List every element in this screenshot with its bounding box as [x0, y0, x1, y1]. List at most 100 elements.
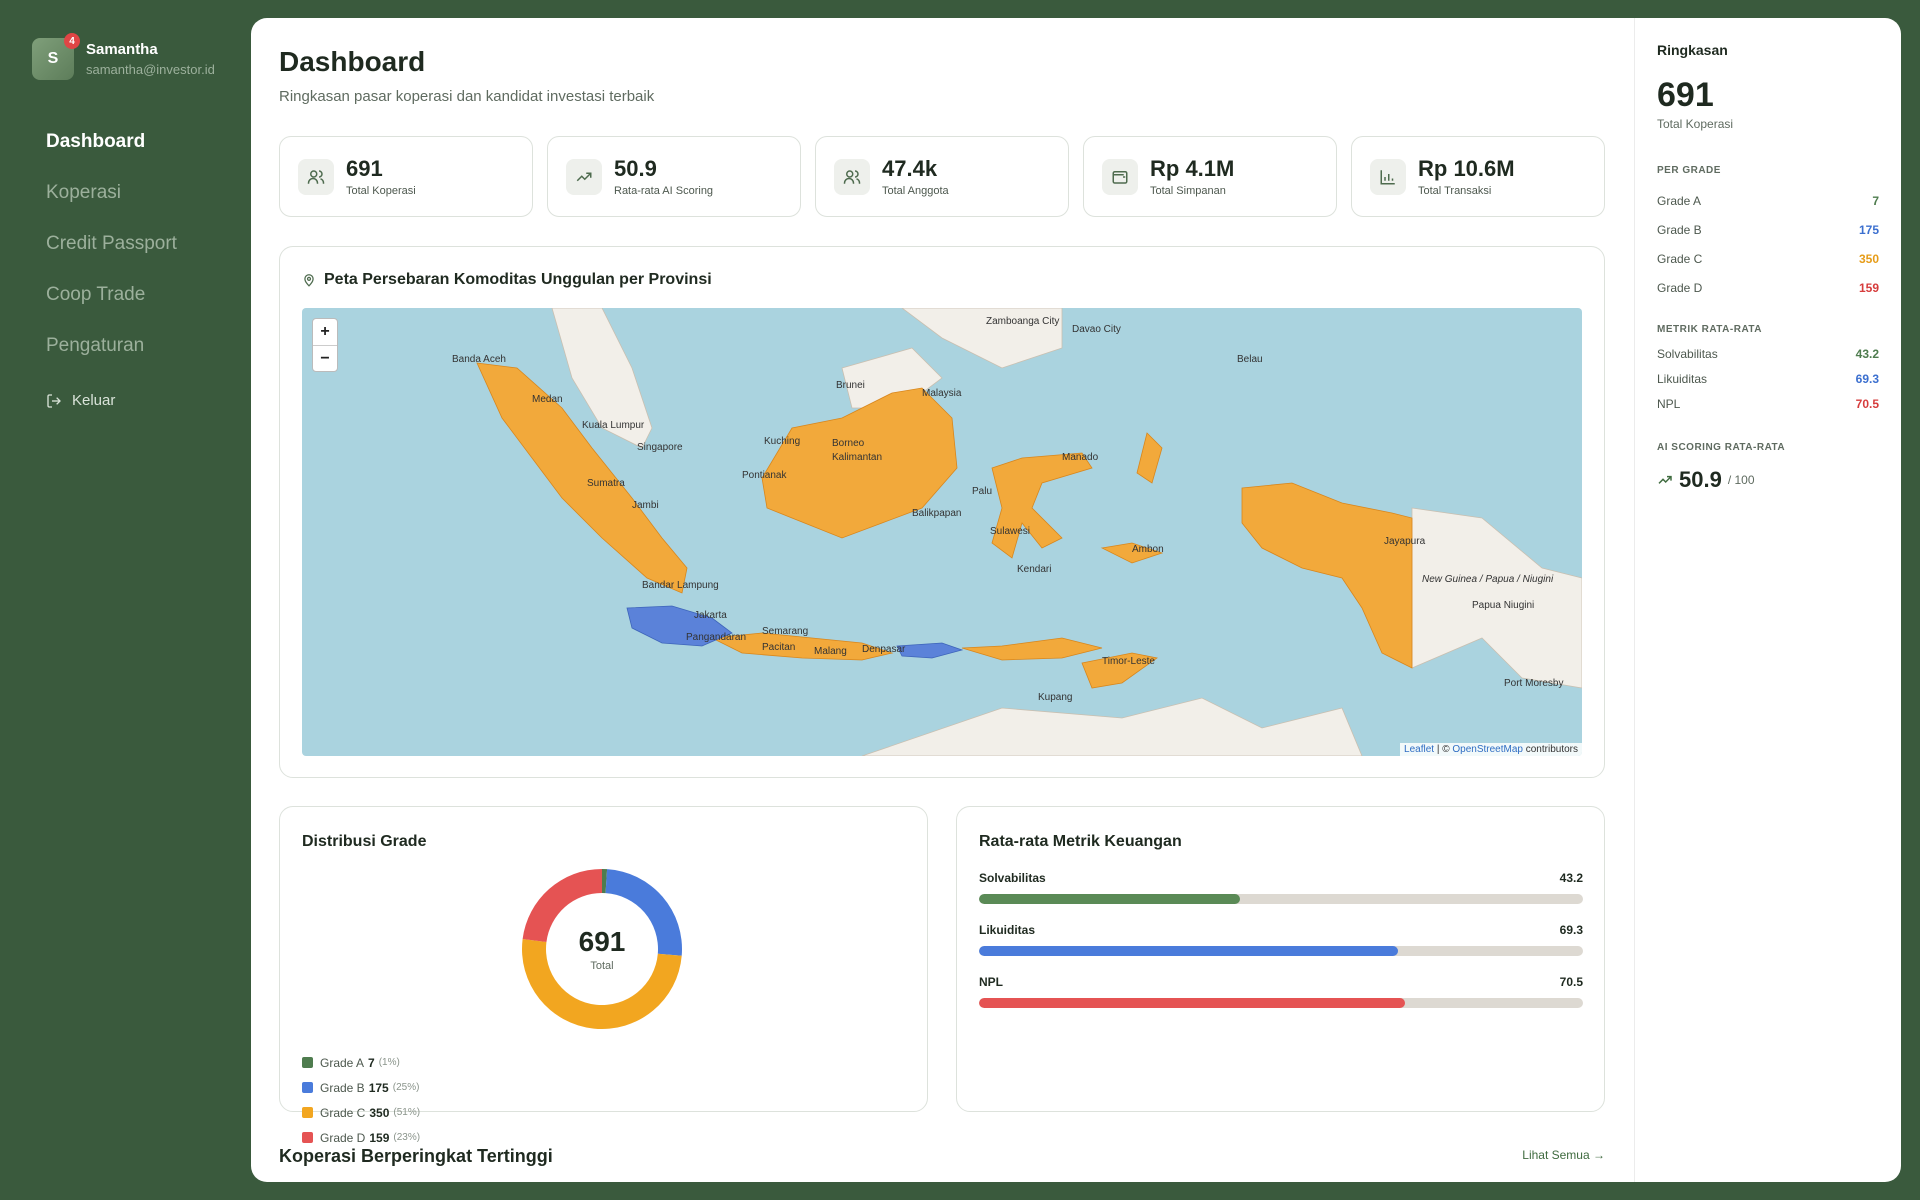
logout-button[interactable]: Keluar: [46, 392, 115, 409]
zoom-in-button[interactable]: +: [313, 319, 337, 345]
map-label: Sulawesi: [990, 526, 1031, 537]
sidebar-nav: Dashboard Koperasi Credit Passport Coop …: [46, 130, 177, 385]
logout-label: Keluar: [72, 392, 116, 409]
map-label: Jambi: [632, 500, 659, 511]
map-label: Port Moresby: [1504, 678, 1564, 689]
attribution-suffix: contributors: [1522, 744, 1578, 755]
summary-grade-row: Grade D 159: [1657, 273, 1879, 302]
map-canvas: [476, 308, 1582, 756]
trending-up-icon: [1658, 475, 1672, 484]
metric-name: NPL: [1657, 396, 1681, 411]
metric-card-title: Rata-rata Metrik Keuangan: [979, 833, 1182, 850]
summary-total-label: Total Koperasi: [1657, 117, 1734, 131]
province-map[interactable]: + − Banda Aceh Medan Kuala Lumpur Singap…: [302, 308, 1582, 756]
metric-list: Solvabilitas 43.2 Likuiditas 69.3 NPL 70.5: [1657, 341, 1879, 416]
user-profile[interactable]: S 4 Samantha samantha@investor.id: [32, 33, 215, 80]
map-label: Bandar Lampung: [642, 580, 719, 591]
legend-name: Grade D: [320, 1130, 366, 1145]
sidebar-item-pengaturan[interactable]: Pengaturan: [46, 334, 177, 385]
map-label: Banda Aceh: [452, 354, 506, 365]
sidebar-item-koperasi[interactable]: Koperasi: [46, 181, 177, 232]
map-label: Belau: [1237, 354, 1263, 365]
metric-value: 69.3: [1855, 371, 1879, 386]
metric-value: 70.5: [1855, 396, 1879, 411]
avatar[interactable]: S 4: [32, 33, 80, 80]
grade-name: Grade B: [1657, 222, 1702, 237]
legend-name: Grade C: [320, 1105, 366, 1120]
page-subtitle: Ringkasan pasar koperasi dan kandidat in…: [279, 88, 655, 105]
map-label: Kupang: [1038, 692, 1073, 703]
legend-count: 175: [368, 1080, 389, 1095]
summary-grade-row: Grade A 7: [1657, 186, 1879, 215]
metric-row-likuiditas: Likuiditas 69.3: [979, 923, 1583, 956]
map-title: Peta Persebaran Komoditas Unggulan per P…: [302, 271, 712, 289]
metric-bar-track: [979, 894, 1583, 904]
summary-grade-row: Grade C 350: [1657, 244, 1879, 273]
notification-badge: 4: [64, 33, 80, 49]
stat-value: 691: [346, 156, 383, 181]
stat-card-total-simpanan: Rp 4.1M Total Simpanan: [1083, 136, 1337, 217]
legend-name: Grade B: [320, 1080, 365, 1095]
map-label: Denpasar: [862, 644, 906, 655]
summary-metric-row: Likuiditas 69.3: [1657, 366, 1879, 391]
main-panel: Dashboard Ringkasan pasar koperasi dan k…: [251, 18, 1901, 1182]
legend-swatch: [302, 1132, 313, 1143]
metric-bar-track: [979, 946, 1583, 956]
province-bali-ntb: [896, 642, 964, 659]
province-sumatra: [476, 362, 688, 594]
top-koperasi-title: Koperasi Berperingkat Tertinggi: [279, 1146, 553, 1166]
map-label: Ambon: [1132, 544, 1164, 555]
grade-value: 159: [1858, 280, 1879, 295]
map-label: Medan: [532, 394, 563, 405]
see-all-link[interactable]: Lihat Semua →: [1522, 1148, 1605, 1162]
metric-name: Likuiditas: [979, 923, 1036, 937]
map-label: Kalimantan: [832, 452, 883, 463]
land-australia: [861, 697, 1363, 756]
see-all-label: Lihat Semua: [1522, 1148, 1590, 1162]
map-title-text: Peta Persebaran Komoditas Unggulan per P…: [324, 271, 712, 288]
metric-name: Solvabilitas: [979, 871, 1046, 885]
map-label: Semarang: [762, 626, 809, 637]
grade-value: 175: [1858, 222, 1879, 237]
map-label: Pontianak: [742, 470, 787, 481]
sidebar-item-dashboard[interactable]: Dashboard: [46, 130, 177, 181]
legend-count: 350: [369, 1105, 390, 1120]
metric-bar-fill: [979, 998, 1405, 1008]
map-label: Malang: [814, 646, 847, 657]
osm-link[interactable]: OpenStreetMap: [1452, 744, 1523, 755]
stat-label: Total Anggota: [882, 185, 949, 197]
per-grade-list: Grade A 7 Grade B 175 Grade C 350 Grade D 15…: [1657, 186, 1879, 302]
stat-label: Rata-rata AI Scoring: [614, 185, 714, 197]
trending-up-icon: [566, 158, 602, 195]
stat-label: Total Transaksi: [1418, 185, 1492, 197]
map-label: New Guinea / Papua / Niugini: [1422, 574, 1554, 585]
grade-name: Grade D: [1657, 280, 1703, 295]
metric-name: NPL: [979, 975, 1003, 989]
summary-panel: Ringkasan 691 Total Koperasi PER GRADE G…: [1634, 18, 1901, 1182]
land-png: [1411, 507, 1582, 689]
user-name: Samantha: [86, 41, 158, 58]
metric-row-solvabilitas: Solvabilitas 43.2: [979, 871, 1583, 904]
map-label: Papua Niugini: [1472, 600, 1535, 611]
per-grade-heading: PER GRADE: [1657, 165, 1721, 176]
legend-pct: (23%): [393, 1132, 421, 1143]
grade-legend: Grade A 7 (1%) Grade B 175 (25%) Grade C…: [302, 1050, 902, 1150]
legend-pct: (25%): [392, 1082, 420, 1093]
stat-value: 50.9: [614, 156, 657, 181]
legend-count: 159: [369, 1130, 390, 1145]
metric-value: 69.3: [1559, 923, 1583, 937]
sidebar-item-coop-trade[interactable]: Coop Trade: [46, 283, 177, 334]
users-icon: [834, 158, 870, 195]
legend-item-grade-b: Grade B 175 (25%): [302, 1075, 614, 1100]
sidebar-item-credit-passport[interactable]: Credit Passport: [46, 232, 177, 283]
leaflet-link[interactable]: Leaflet: [1404, 744, 1434, 755]
stat-card-ai-scoring: 50.9 Rata-rata AI Scoring: [547, 136, 801, 217]
donut-total-label: Total: [590, 960, 614, 972]
summary-total: 691: [1657, 76, 1714, 114]
province-sulawesi: [991, 452, 1093, 559]
map-label: Kuching: [764, 436, 801, 447]
legend-swatch: [302, 1057, 313, 1068]
stat-card-total-koperasi: 691 Total Koperasi: [279, 136, 533, 217]
zoom-out-button[interactable]: −: [313, 345, 337, 371]
score-max: / 100: [1727, 473, 1755, 487]
